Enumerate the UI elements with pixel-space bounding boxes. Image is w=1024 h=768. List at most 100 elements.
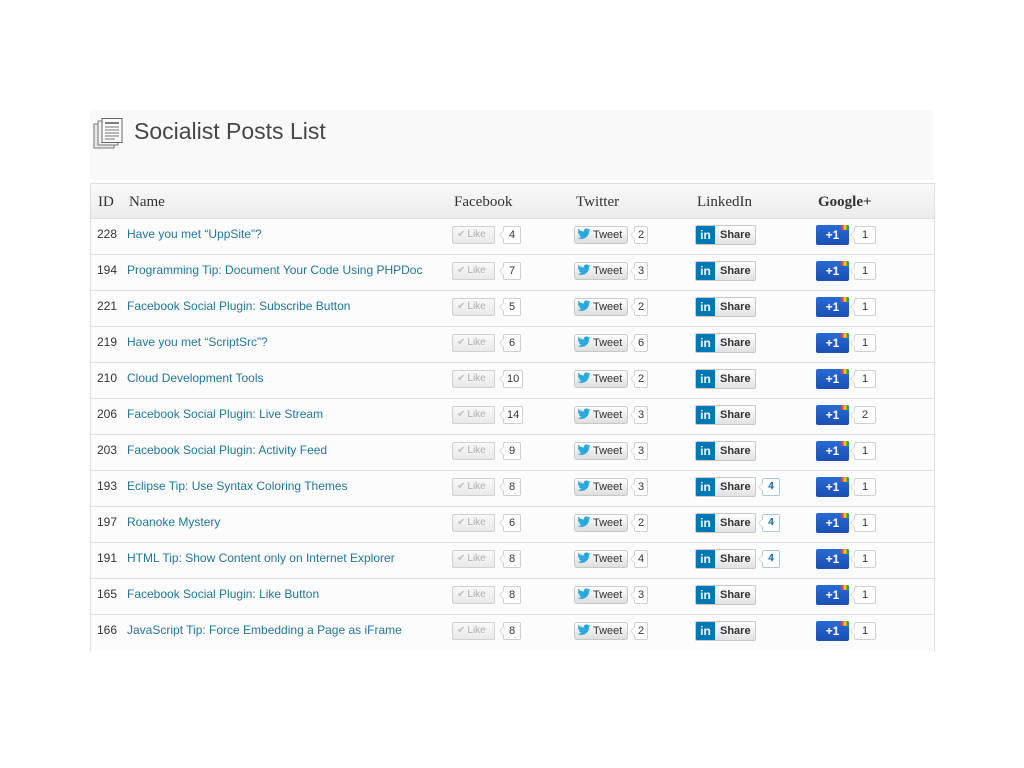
tweet-button[interactable]: Tweet	[574, 442, 628, 460]
post-title-link[interactable]: Cloud Development Tools	[127, 371, 264, 385]
post-title-link[interactable]: Facebook Social Plugin: Live Stream	[127, 407, 323, 421]
tweet-count: 3	[630, 262, 648, 280]
tweet-count: 3	[630, 586, 648, 604]
google-plus-one-button[interactable]: +1	[816, 405, 849, 425]
facebook-like-count: 9	[499, 442, 521, 460]
google-plus-one-button[interactable]: +1	[816, 477, 849, 497]
linkedin-share-button[interactable]: in Share	[695, 549, 756, 569]
facebook-like-button[interactable]: ✔ Like	[452, 298, 495, 316]
facebook-like-button[interactable]: ✔ Like	[452, 370, 495, 388]
post-title-link[interactable]: Programming Tip: Document Your Code Usin…	[127, 263, 422, 277]
facebook-like-button[interactable]: ✔ Like	[452, 262, 495, 280]
linkedin-logo-icon: in	[696, 334, 715, 352]
tweet-button[interactable]: Tweet	[574, 586, 628, 604]
tweet-button[interactable]: Tweet	[574, 298, 628, 316]
google-plus-one-button[interactable]: +1	[816, 621, 849, 641]
tweet-button[interactable]: Tweet	[574, 262, 628, 280]
linkedin-share-count: 4	[758, 550, 780, 568]
google-plus-one-button[interactable]: +1	[816, 441, 849, 461]
google-plus-one-button[interactable]: +1	[816, 513, 849, 533]
post-id: 219	[97, 335, 118, 349]
linkedin-share-button[interactable]: in Share	[695, 333, 756, 353]
post-title-link[interactable]: Have you met “UppSite”?	[127, 227, 262, 241]
linkedin-share-button[interactable]: in Share	[695, 513, 756, 533]
tweet-label: Tweet	[593, 409, 623, 421]
check-icon: ✔	[457, 301, 466, 312]
tweet-label: Tweet	[593, 589, 623, 601]
google-stripe-icon	[841, 225, 849, 230]
column-header-name[interactable]: Name	[129, 194, 165, 211]
google-plus-one-button[interactable]: +1	[816, 585, 849, 605]
check-icon: ✔	[457, 229, 466, 240]
facebook-like-button[interactable]: ✔ Like	[452, 550, 495, 568]
facebook-like-button[interactable]: ✔ Like	[452, 478, 495, 496]
twitter-bird-icon	[577, 624, 591, 635]
linkedin-share-button[interactable]: in Share	[695, 477, 756, 497]
linkedin-share-button[interactable]: in Share	[695, 585, 756, 605]
share-label: Share	[720, 517, 751, 529]
linkedin-share-button[interactable]: in Share	[695, 405, 756, 425]
google-stripe-icon	[841, 477, 849, 482]
tweet-count: 2	[630, 226, 648, 244]
share-label: Share	[720, 589, 751, 601]
column-header-facebook[interactable]: Facebook	[454, 194, 512, 211]
facebook-like-button[interactable]: ✔ Like	[452, 586, 495, 604]
column-header-linkedin[interactable]: LinkedIn	[697, 194, 752, 211]
share-label: Share	[720, 481, 751, 493]
post-title-link[interactable]: HTML Tip: Show Content only on Internet …	[127, 551, 395, 565]
facebook-like-count: 7	[499, 262, 521, 280]
linkedin-share-button[interactable]: in Share	[695, 441, 756, 461]
tweet-button[interactable]: Tweet	[574, 334, 628, 352]
tweet-button[interactable]: Tweet	[574, 226, 628, 244]
google-plus-one-button[interactable]: +1	[816, 549, 849, 569]
facebook-like-button[interactable]: ✔ Like	[452, 442, 495, 460]
post-id: 165	[97, 587, 118, 601]
tweet-button[interactable]: Tweet	[574, 622, 628, 640]
linkedin-share-button[interactable]: in Share	[695, 369, 756, 389]
google-plus-one-button[interactable]: +1	[816, 261, 849, 281]
plusone-label: +1	[825, 408, 840, 422]
column-header-google[interactable]: Google+	[818, 194, 872, 211]
tweet-label: Tweet	[593, 481, 623, 493]
facebook-like-button[interactable]: ✔ Like	[452, 406, 495, 424]
table-row: 221 Facebook Social Plugin: Subscribe But…	[91, 291, 934, 327]
facebook-like-button[interactable]: ✔ Like	[452, 226, 495, 244]
table-row: 191 HTML Tip: Show Content only on Intern…	[91, 543, 934, 579]
facebook-like-count: 14	[498, 406, 524, 424]
tweet-label: Tweet	[593, 337, 623, 349]
table-row: 165 Facebook Social Plugin: Like Button ✔ L…	[91, 579, 934, 615]
post-title-link[interactable]: Facebook Social Plugin: Activity Feed	[127, 443, 327, 457]
post-title-link[interactable]: JavaScript Tip: Force Embedding a Page a…	[127, 623, 402, 637]
google-plus-one-button[interactable]: +1	[816, 297, 849, 317]
post-title-link[interactable]: Facebook Social Plugin: Subscribe Button	[127, 299, 350, 313]
facebook-like-button[interactable]: ✔ Like	[452, 622, 495, 640]
linkedin-share-button[interactable]: in Share	[695, 297, 756, 317]
tweet-button[interactable]: Tweet	[574, 478, 628, 496]
facebook-like-button[interactable]: ✔ Like	[452, 514, 495, 532]
tweet-label: Tweet	[593, 301, 623, 313]
google-plus-one-button[interactable]: +1	[816, 333, 849, 353]
post-id: 203	[97, 443, 118, 457]
tweet-button[interactable]: Tweet	[574, 514, 628, 532]
check-icon: ✔	[457, 445, 466, 456]
post-id: 194	[97, 263, 118, 277]
google-plus-one-button[interactable]: +1	[816, 369, 849, 389]
post-id: 166	[97, 623, 118, 637]
linkedin-share-button[interactable]: in Share	[695, 621, 756, 641]
linkedin-share-count: 4	[758, 478, 780, 496]
tweet-button[interactable]: Tweet	[574, 406, 628, 424]
share-label: Share	[720, 265, 751, 277]
column-header-twitter[interactable]: Twitter	[576, 194, 619, 211]
facebook-like-button[interactable]: ✔ Like	[452, 334, 495, 352]
tweet-button[interactable]: Tweet	[574, 550, 628, 568]
post-title-link[interactable]: Facebook Social Plugin: Like Button	[127, 587, 319, 601]
google-plus-one-button[interactable]: +1	[816, 225, 849, 245]
post-title-link[interactable]: Roanoke Mystery	[127, 515, 220, 529]
post-title-link[interactable]: Eclipse Tip: Use Syntax Coloring Themes	[127, 479, 348, 493]
linkedin-share-button[interactable]: in Share	[695, 225, 756, 245]
post-title-link[interactable]: Have you met “ScriptSrc”?	[127, 335, 268, 349]
table-body: 228 Have you met “UppSite”? ✔ Like 4 Tweet 2 in…	[91, 219, 934, 651]
column-header-id[interactable]: ID	[98, 194, 114, 211]
tweet-button[interactable]: Tweet	[574, 370, 628, 388]
linkedin-share-button[interactable]: in Share	[695, 261, 756, 281]
